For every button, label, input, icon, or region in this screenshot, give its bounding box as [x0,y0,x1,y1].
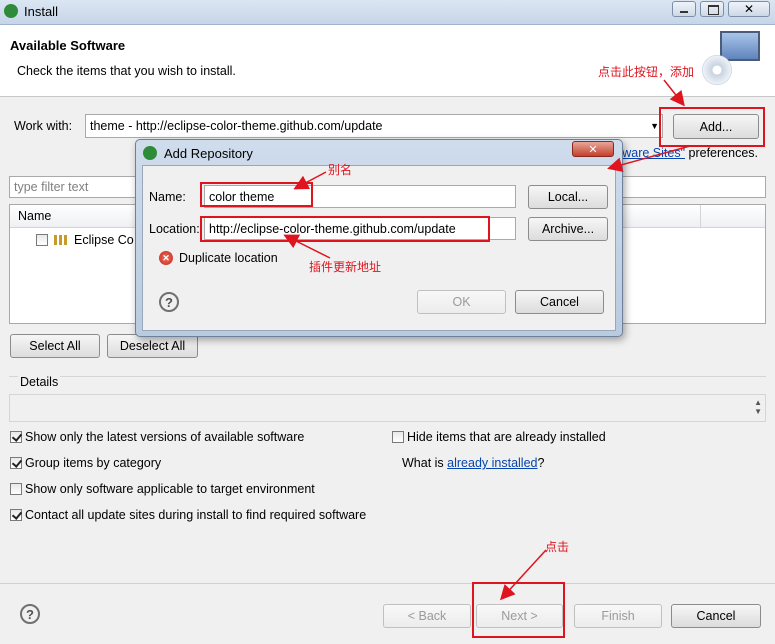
annotation-arrows [283,79,691,601]
add-to-hint-arrow [607,145,691,173]
url-arrow [283,234,331,259]
alias-arrow [293,171,327,190]
next-arrow [499,549,547,601]
add-arrow [663,79,685,107]
